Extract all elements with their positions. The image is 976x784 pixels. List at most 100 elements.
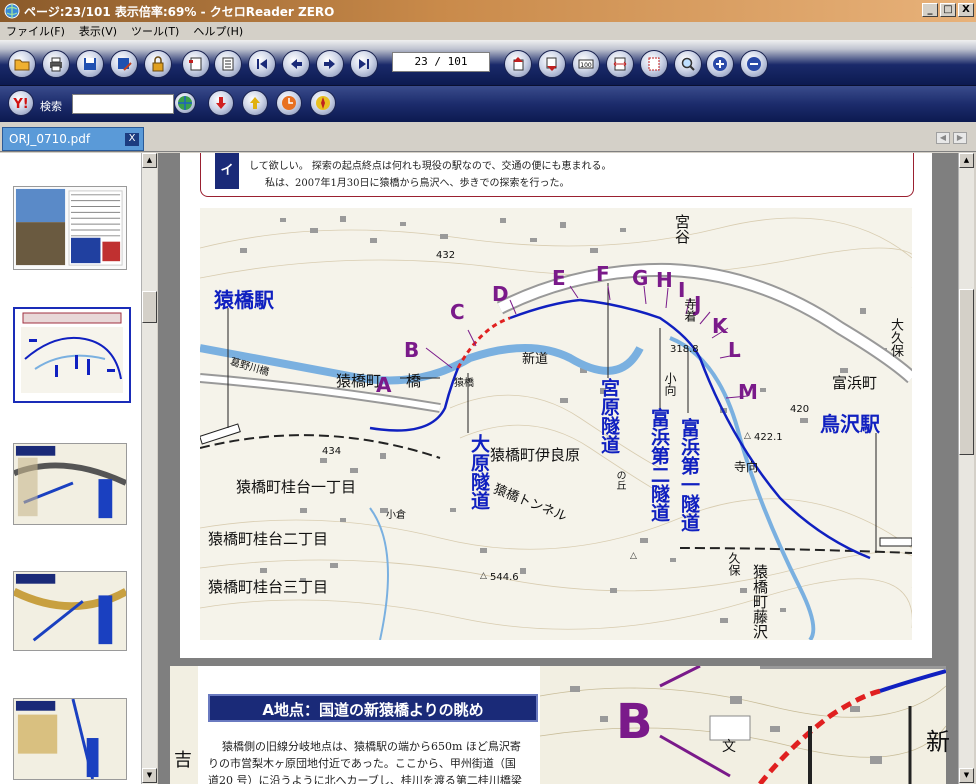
menu-tools[interactable]: ツール(T) xyxy=(131,23,179,39)
title-bar: ページ:23/101 表示倍率:69% - クセロReader ZERO _ □… xyxy=(0,0,976,22)
document-tab-bar: ORJ_0710.pdf X ◀ ▶ xyxy=(0,122,976,152)
menu-bar: ファイル(F) 表示(V) ツール(T) ヘルプ(H) xyxy=(0,22,976,40)
thumbnail-scroll-up-button[interactable]: ▲ xyxy=(142,153,157,168)
tab-scroll-right-button[interactable]: ▶ xyxy=(953,132,967,144)
menu-view[interactable]: 表示(V) xyxy=(79,23,117,39)
magnifier-icon xyxy=(681,57,695,71)
place-ogura: 小倉 xyxy=(386,510,406,521)
menu-file[interactable]: ファイル(F) xyxy=(6,23,65,39)
document-scroll-down-button[interactable]: ▼ xyxy=(959,768,974,783)
place-katsuradai-2: 猿橋町桂台二丁目 xyxy=(208,530,329,548)
document-scrollbar[interactable]: ▲ ▼ xyxy=(958,153,974,784)
first-page-icon xyxy=(257,59,267,69)
place-kubo: 久保 xyxy=(727,552,741,576)
guide-text-line-2: 私は、2007年1月30日に猿橋から鳥沢へ、歩きでの探索を行った。 xyxy=(265,178,570,189)
point-c: C xyxy=(450,300,465,324)
tunnel-miyahara-label: 宮原隧道 xyxy=(598,378,620,454)
last-page-icon xyxy=(359,59,369,69)
forward-view-button[interactable] xyxy=(538,50,566,78)
pdf-page-24: B 文 新 吉 A地点：国道の新猿橋よりの眺め 猿橋側の旧線分岐地点は、猿橋駅の… xyxy=(170,666,950,784)
tab-label: ORJ_0710.pdf xyxy=(9,132,91,146)
place-katsuradai-1: 猿橋町桂台一丁目 xyxy=(236,478,357,496)
arrow-up-yellow-icon xyxy=(250,97,260,109)
search-input[interactable] xyxy=(72,94,174,114)
place-saruhashi-town: 猿橋町 xyxy=(336,372,382,390)
last-page-button[interactable] xyxy=(350,50,378,78)
thumbnail-scroll-down-button[interactable]: ▼ xyxy=(142,768,157,783)
web-search-button[interactable] xyxy=(174,92,196,114)
arrow-down-red-icon xyxy=(216,97,226,109)
route-map: △ △ △ 猿橋駅 鳥沢駅 大原隧道 宮原隧道 富浜第二隧道 富浜第一隧道 A … xyxy=(200,208,912,640)
window-title: ページ:23/101 表示倍率:69% - クセロReader ZERO xyxy=(24,4,335,19)
place-bridge: 橋 xyxy=(406,372,422,390)
thumbnail-panel xyxy=(0,153,142,784)
place-saruhashi-small: 猿橋 xyxy=(454,378,474,389)
document-viewer[interactable]: イド して欲しい。 探索の起点終点は何れも現役の駅なので、交通の便にも恵まれる。… xyxy=(158,153,960,784)
fit-page-button[interactable] xyxy=(640,50,668,78)
zoom-out-button[interactable] xyxy=(740,50,768,78)
point-k: K xyxy=(712,314,728,338)
arrow-right-icon xyxy=(324,59,335,69)
next-point-b: B xyxy=(616,694,653,750)
fit-width-button[interactable] xyxy=(606,50,634,78)
search-label: 検索 xyxy=(40,100,62,113)
elevation-420: 420 xyxy=(790,404,810,415)
document-scroll-thumb[interactable] xyxy=(959,289,974,455)
place-tomihama: 富浜町 xyxy=(832,374,878,392)
thumbnail-page-25[interactable] xyxy=(13,571,127,651)
security-button[interactable] xyxy=(144,50,172,78)
highlight-button[interactable] xyxy=(276,90,302,116)
menu-help[interactable]: ヘルプ(H) xyxy=(193,23,243,39)
actual-size-button[interactable]: 100 xyxy=(572,50,600,78)
arrow-left-icon xyxy=(291,59,302,69)
thumbnail-scroll-thumb[interactable] xyxy=(142,291,157,323)
point-a-heading: A地点：国道の新猿橋よりの眺め xyxy=(208,694,538,722)
document-scroll-up-button[interactable]: ▲ xyxy=(959,153,974,168)
print-button[interactable] xyxy=(42,50,70,78)
page-panel-button[interactable] xyxy=(214,50,242,78)
tab-orj-0710[interactable]: ORJ_0710.pdf X xyxy=(2,127,144,151)
first-page-button[interactable] xyxy=(248,50,276,78)
floppy-icon xyxy=(84,58,96,70)
save-button[interactable] xyxy=(76,50,104,78)
search-down-button[interactable] xyxy=(208,90,234,116)
next-body-line-2: りの市営梨木ヶ原団地付近であった。ここから、甲州街道（国 xyxy=(208,757,516,770)
thumbnail-page-23[interactable] xyxy=(13,307,131,403)
guide-tag: イド xyxy=(215,153,239,214)
previous-page-button[interactable] xyxy=(282,50,310,78)
yahoo-search-button[interactable]: Y! xyxy=(8,90,34,116)
maximize-button[interactable]: □ xyxy=(940,3,956,17)
thumbnail-scrollbar[interactable]: ▲ ▼ xyxy=(141,153,157,784)
thumbnail-page-26[interactable] xyxy=(13,698,127,780)
thumbnail-page-22[interactable] xyxy=(13,186,127,270)
guide-text-line-1: して欲しい。 探索の起点終点は何れも現役の駅なので、交通の便にも恵まれる。 xyxy=(249,161,612,172)
place-fujisawa: 猿橋町藤沢 xyxy=(751,564,769,639)
next-body-line-1: 猿橋側の旧線分岐地点は、猿橋駅の端から650m ほど鳥沢寄 xyxy=(222,740,521,753)
tab-close-button[interactable]: X xyxy=(125,133,139,146)
tunnel-tomihama-2-label: 富浜第二隧道 xyxy=(648,408,670,522)
search-up-button[interactable] xyxy=(242,90,268,116)
compass-icon xyxy=(316,96,330,110)
save-edit-icon xyxy=(118,58,132,71)
back-view-button[interactable] xyxy=(504,50,532,78)
elevation-318-8: 318.8 xyxy=(670,344,699,355)
bookmark-panel-button[interactable] xyxy=(182,50,210,78)
close-button[interactable]: X xyxy=(958,3,974,17)
next-page-button[interactable] xyxy=(316,50,344,78)
options-button[interactable] xyxy=(310,90,336,116)
tab-scroll-left-button[interactable]: ◀ xyxy=(936,132,950,144)
tunnel-tomihama-1-label: 富浜第一隧道 xyxy=(678,418,700,532)
place-katsuradai-3: 猿橋町桂台三丁目 xyxy=(208,578,329,596)
zoom-tool-button[interactable] xyxy=(674,50,702,78)
save-as-button[interactable] xyxy=(110,50,138,78)
svg-text:Y!: Y! xyxy=(12,97,28,112)
place-terachaku: 寺着 xyxy=(683,298,697,322)
zoom-in-button[interactable] xyxy=(706,50,734,78)
page-number-input[interactable]: 23 / 101 xyxy=(392,52,490,72)
zoom-out-icon xyxy=(747,57,761,71)
tunnel-ohara-label: 大原隧道 xyxy=(468,434,490,510)
zoom-100-icon: 100 xyxy=(578,59,594,69)
thumbnail-page-24[interactable] xyxy=(13,443,127,525)
open-folder-button[interactable] xyxy=(8,50,36,78)
minimize-button[interactable]: _ xyxy=(922,3,938,17)
